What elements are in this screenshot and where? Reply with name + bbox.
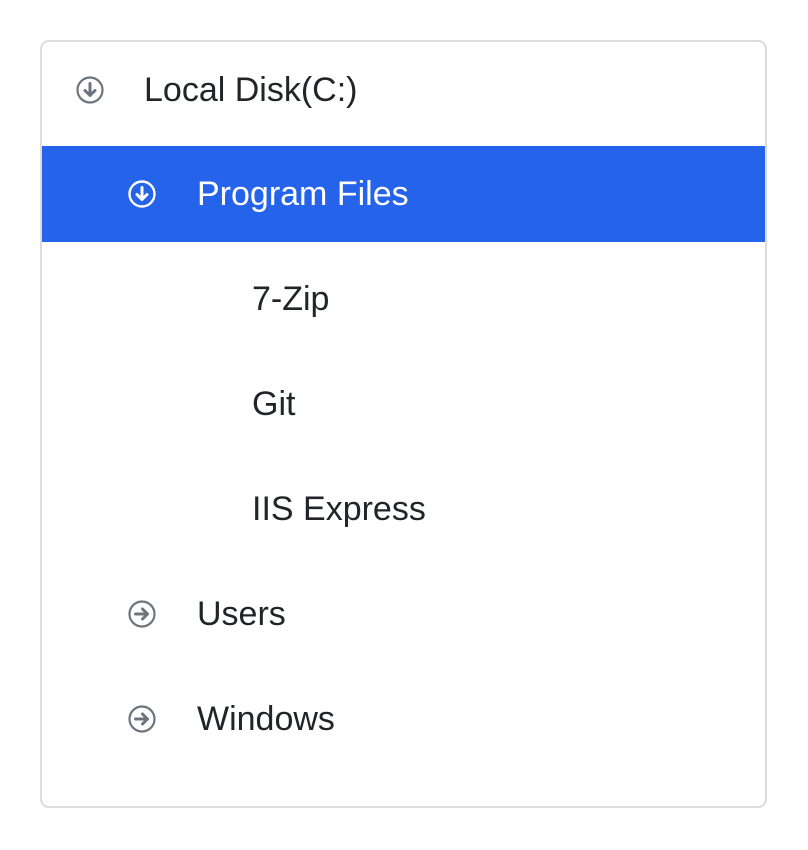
- circle-arrow-down-icon[interactable]: [75, 75, 105, 105]
- tree-node-iis-express[interactable]: IIS Express: [42, 461, 765, 557]
- tree-node-7-zip[interactable]: 7-Zip: [42, 251, 765, 347]
- tree-node-label: IIS Express: [252, 490, 426, 528]
- tree-node-git[interactable]: Git: [42, 356, 765, 452]
- tree-node-label: Windows: [197, 700, 335, 738]
- tree-node-windows[interactable]: Windows: [42, 671, 765, 767]
- tree-node-label: Local Disk(C:): [144, 71, 358, 109]
- tree-node-program-files[interactable]: Program Files: [42, 146, 765, 242]
- tree-node-users[interactable]: Users: [42, 566, 765, 662]
- tree-node-label: Program Files: [197, 175, 409, 213]
- tree-view: Local Disk(C:) Program Files 7-Zip Git I…: [40, 40, 767, 808]
- circle-arrow-right-icon[interactable]: [127, 599, 157, 629]
- tree-node-label: 7-Zip: [252, 280, 330, 318]
- tree-node-label: Users: [197, 595, 286, 633]
- circle-arrow-down-icon[interactable]: [127, 179, 157, 209]
- circle-arrow-right-icon[interactable]: [127, 704, 157, 734]
- tree-node-local-disk[interactable]: Local Disk(C:): [42, 42, 765, 138]
- tree-node-label: Git: [252, 385, 296, 423]
